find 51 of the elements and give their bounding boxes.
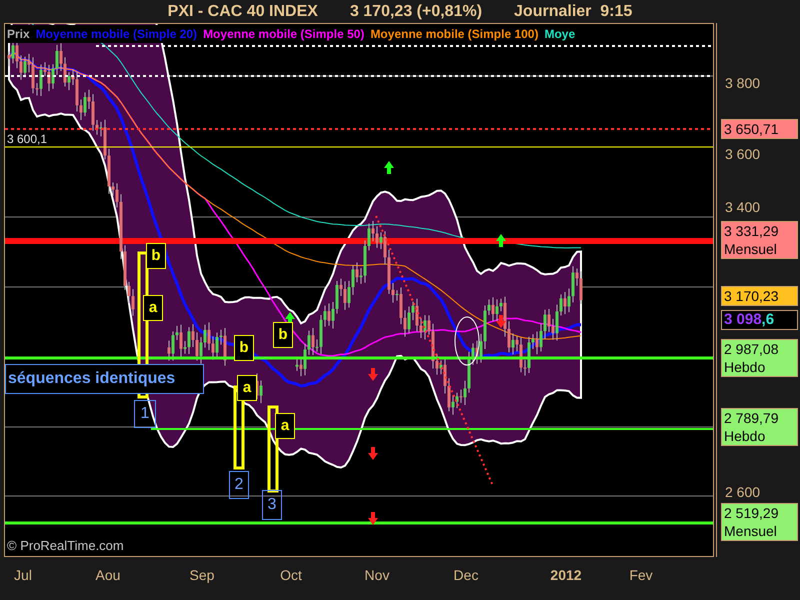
month-label: Aou bbox=[96, 566, 120, 585]
price-value: ,6 bbox=[762, 311, 774, 329]
period-note: Hebdo bbox=[724, 427, 766, 445]
instrument-title: PXI - CAC 40 INDEX bbox=[168, 2, 318, 22]
sequence-number: 1 bbox=[134, 400, 156, 428]
legend-item: Moye bbox=[544, 26, 576, 43]
month-label: Oct bbox=[280, 566, 302, 585]
legend-item: Prix bbox=[7, 26, 30, 43]
price-value: 3 650,71 bbox=[724, 120, 780, 138]
price-value: 2 789,79 bbox=[724, 409, 780, 427]
price-value: 3 331,29 bbox=[724, 222, 780, 240]
month-label: Jul bbox=[14, 566, 32, 585]
down-arrow-icon bbox=[368, 368, 378, 381]
copyright-text: © ProRealTime.com bbox=[7, 536, 124, 554]
period-note: Hebdo bbox=[724, 358, 766, 376]
axis-tick-label: 3 600 bbox=[725, 146, 760, 162]
price-quote: 3 170,23 (+0,81%) bbox=[350, 2, 482, 22]
month-label: Nov bbox=[364, 566, 390, 585]
axis-tick-label: 2 600 bbox=[725, 484, 760, 500]
marker-label: a bbox=[275, 413, 295, 439]
price-value: 2 987,08 bbox=[724, 340, 780, 358]
marker-label: a bbox=[143, 295, 163, 321]
period-label: Journalier 9:15 bbox=[514, 2, 632, 22]
period-note: Mensuel bbox=[724, 240, 778, 258]
price-value: 3 098 bbox=[724, 311, 762, 329]
month-label: Dec bbox=[454, 566, 478, 585]
down-arrow-icon bbox=[368, 447, 378, 460]
month-label: 2012 bbox=[550, 566, 582, 585]
legend-item: Moyenne mobile (Simple 100) bbox=[370, 26, 538, 43]
month-label: Sep bbox=[190, 566, 214, 585]
up-arrow-icon bbox=[384, 161, 394, 174]
axis-tick-label: 3 400 bbox=[725, 199, 760, 215]
marker-label: b bbox=[273, 322, 293, 348]
month-label: Fev bbox=[629, 566, 653, 585]
down-arrow-icon bbox=[496, 315, 506, 328]
price-value: 2 519,29 bbox=[724, 504, 780, 522]
annotation-label: séquences identiques bbox=[5, 364, 204, 394]
marker-label: b bbox=[234, 335, 254, 361]
highlight-ellipse bbox=[454, 316, 480, 366]
period-note: Mensuel bbox=[724, 522, 778, 540]
sequence-number: 3 bbox=[262, 490, 282, 520]
marker-label: b bbox=[146, 243, 166, 269]
up-arrow-icon bbox=[496, 234, 506, 247]
price-level-label: 3 600,1 bbox=[7, 131, 48, 148]
legend-item: Moyenne mobile (Simple 50) bbox=[203, 26, 364, 43]
axis-tick-label: 3 800 bbox=[725, 75, 760, 91]
legend-item: Moyenne mobile (Simple 20) bbox=[36, 26, 198, 43]
marker-label: a bbox=[237, 375, 257, 401]
price-value: 3 170,23 bbox=[724, 287, 780, 305]
down-arrow-icon bbox=[368, 512, 378, 525]
sequence-number: 2 bbox=[229, 471, 249, 499]
